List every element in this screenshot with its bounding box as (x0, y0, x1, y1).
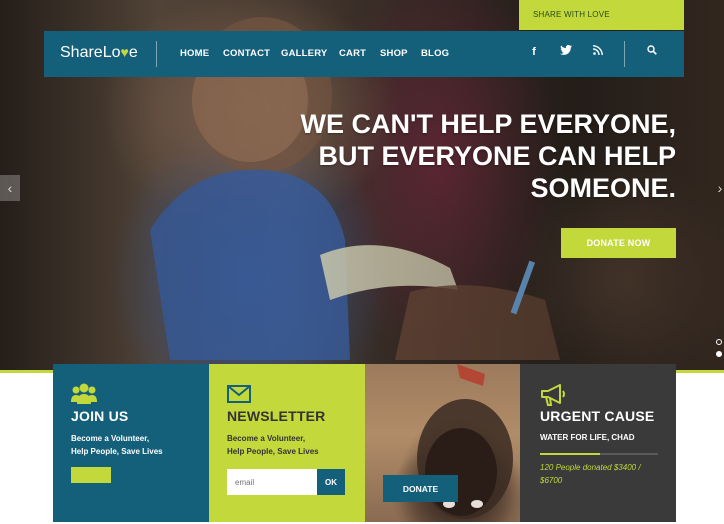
people-icon (71, 383, 97, 404)
donation-progress-fill (540, 453, 600, 455)
facebook-icon[interactable]: f (526, 44, 542, 60)
headline-line-2: BUT EVERYONE CAN HELP (318, 141, 676, 171)
nav-item-shop[interactable]: SHOP (380, 48, 408, 59)
nav-item-home[interactable]: HOME (180, 48, 209, 59)
slider-next-icon[interactable]: › (710, 175, 724, 201)
urgent-cause-title: URGENT CAUSE (540, 408, 655, 424)
newsletter-line-2: Help People, Save Lives (227, 447, 319, 456)
join-us-line-1: Become a Volunteer, (71, 434, 150, 443)
urgent-cause-card: URGENT CAUSE WATER FOR LIFE, CHAD 120 Pe… (520, 364, 676, 522)
top-tagline-bar: SHARE WITH LOVE (519, 0, 684, 30)
logo-text-prefix: ShareLo (60, 44, 121, 61)
slider-dot-active[interactable] (716, 351, 722, 357)
twitter-icon[interactable] (558, 44, 574, 60)
newsletter-line-1: Become a Volunteer, (227, 434, 306, 443)
tagline-text: SHARE WITH LOVE (533, 10, 610, 19)
newsletter-text: Become a Volunteer, Help People, Save Li… (227, 432, 319, 458)
join-us-line-2: Help People, Save Lives (71, 447, 163, 456)
newsletter-ok-button[interactable]: OK (317, 469, 345, 495)
nav-item-contact[interactable]: CONTACT (223, 48, 270, 59)
logo-divider (156, 41, 157, 67)
newsletter-card: NEWSLETTER Become a Volunteer, Help Peop… (209, 364, 365, 522)
join-us-card: JOIN US Become a Volunteer, Help People,… (53, 364, 209, 522)
nav-item-cart[interactable]: CART (339, 48, 366, 59)
email-field[interactable] (227, 469, 317, 495)
donation-progress-bar (540, 453, 658, 455)
headline-line-3: SOMEONE. (530, 173, 676, 203)
slider-prev-icon[interactable]: ‹ (0, 175, 20, 201)
icon-divider (624, 41, 625, 67)
megaphone-icon (541, 384, 565, 406)
envelope-icon (227, 385, 251, 403)
donation-summary: 120 People donated $3400 / $6700 (540, 463, 641, 485)
slider-dot[interactable] (716, 339, 722, 345)
join-us-title: JOIN US (71, 408, 129, 424)
logo-text-suffix: e (128, 44, 138, 61)
search-icon[interactable] (644, 44, 660, 60)
donate-now-button[interactable]: DONATE NOW (561, 228, 676, 258)
rss-icon[interactable] (590, 44, 606, 60)
newsletter-title: NEWSLETTER (227, 408, 326, 424)
urgent-cause-subtitle: WATER FOR LIFE, CHAD (540, 433, 635, 442)
photo-card: DONATE (365, 364, 520, 522)
headline-line-1: WE CAN'T HELP EVERYONE, (300, 109, 676, 139)
photo-donate-button[interactable]: DONATE (383, 475, 458, 502)
nav-item-blog[interactable]: BLOG (421, 48, 449, 59)
join-us-text: Become a Volunteer, Help People, Save Li… (71, 432, 163, 458)
site-logo[interactable]: ShareLo♥e (60, 44, 138, 62)
main-navbar: ShareLo♥e HOME CONTACT GALLERY CART SHOP… (44, 31, 684, 77)
nav-item-gallery[interactable]: GALLERY (281, 48, 327, 59)
join-us-button[interactable] (71, 467, 111, 483)
hero-headline: WE CAN'T HELP EVERYONE, BUT EVERYONE CAN… (256, 108, 676, 204)
logo-heart-icon: ♥ (120, 44, 129, 60)
